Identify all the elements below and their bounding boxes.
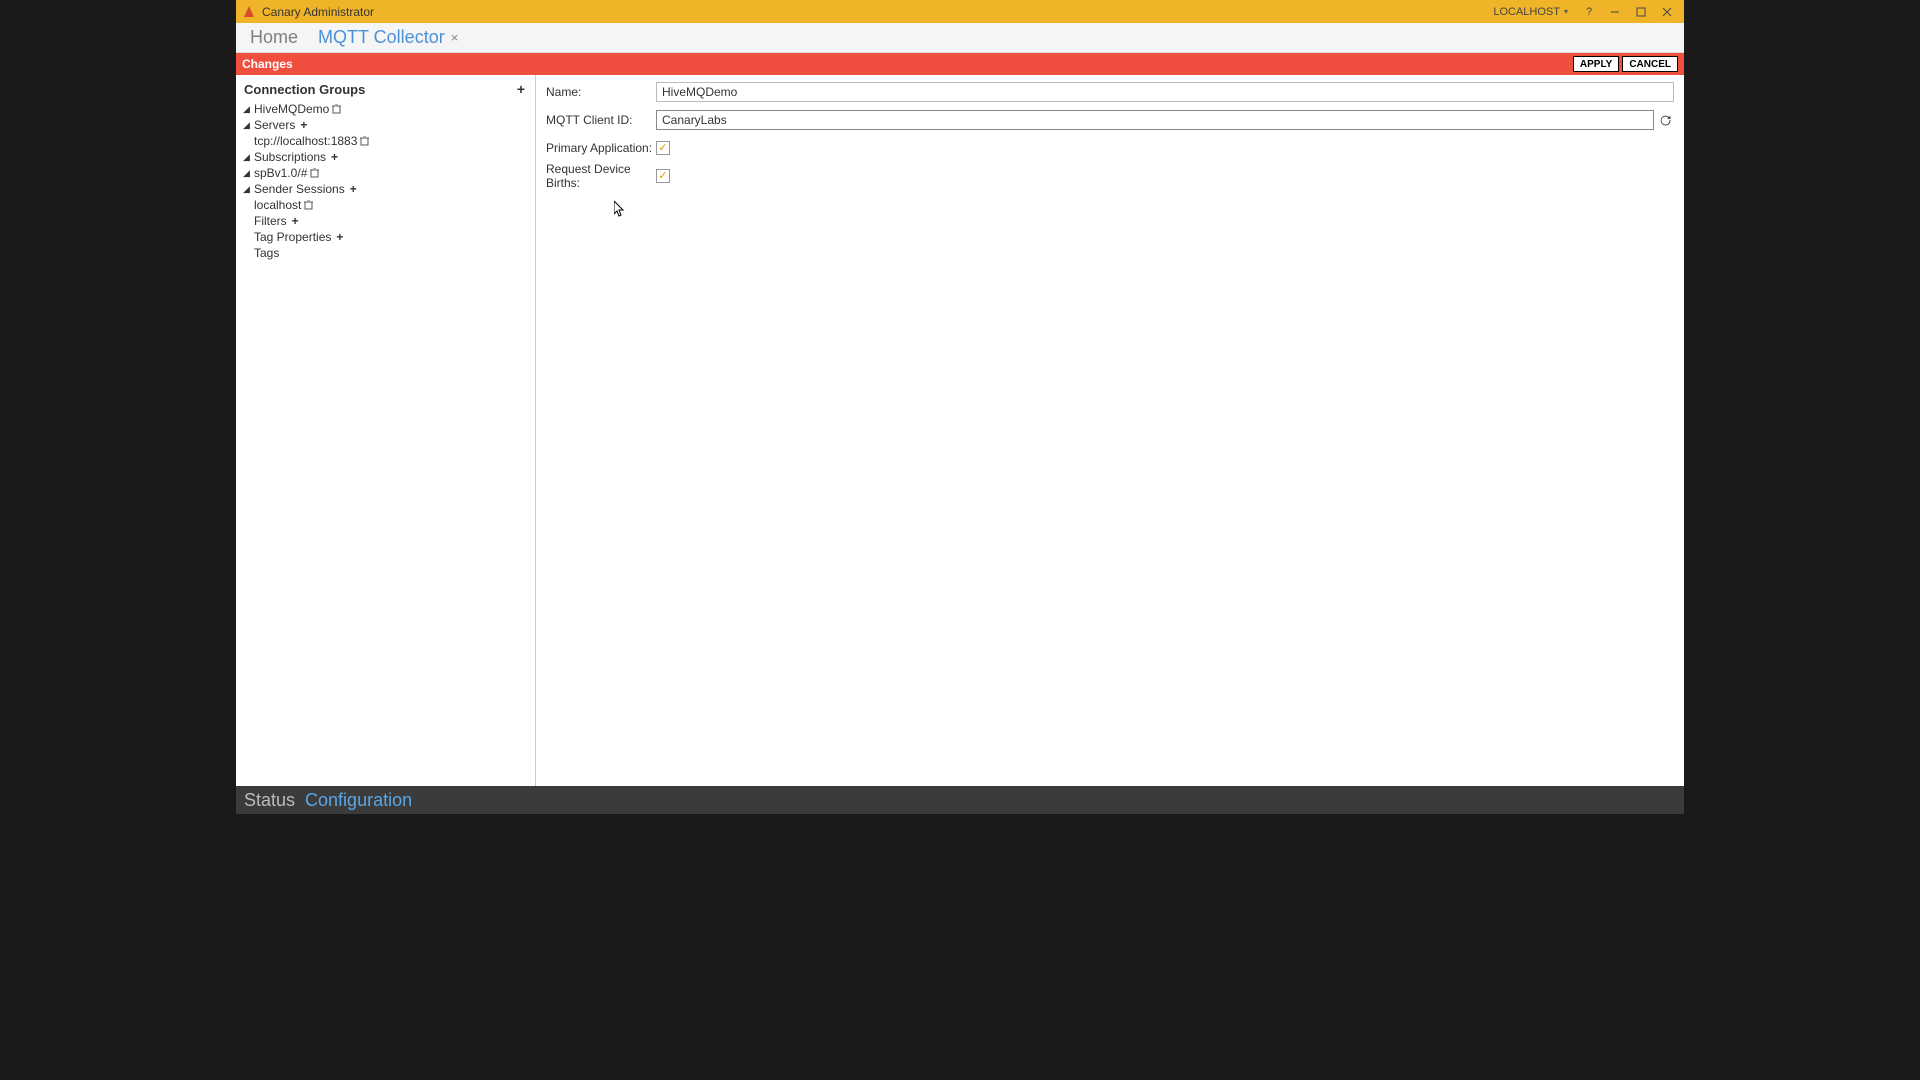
chevron-down-icon: ▾ — [1564, 7, 1568, 16]
collapse-icon[interactable]: ◢ — [242, 184, 251, 195]
tab-close-icon[interactable]: × — [451, 30, 459, 45]
host-label: LOCALHOST — [1493, 6, 1560, 18]
clientid-input[interactable]: CanaryLabs — [656, 110, 1654, 130]
host-dropdown[interactable]: LOCALHOST ▾ — [1485, 0, 1576, 23]
bottom-tab-configuration[interactable]: Configuration — [305, 790, 412, 811]
trash-icon[interactable] — [332, 104, 342, 114]
tab-bar: Home MQTT Collector × — [236, 23, 1684, 53]
add-subscription-button[interactable]: + — [329, 150, 338, 164]
trash-icon[interactable] — [304, 200, 314, 210]
form-row-name: Name: HiveMQDemo — [546, 81, 1674, 103]
app-icon — [242, 5, 256, 19]
sidebar: Connection Groups + ◢ HiveMQDemo ◢ Serve… — [236, 75, 536, 786]
cancel-button[interactable]: CANCEL — [1622, 56, 1678, 72]
request-device-births-checkbox[interactable] — [656, 169, 670, 183]
tab-home[interactable]: Home — [240, 25, 308, 52]
add-session-button[interactable]: + — [348, 182, 357, 196]
rdb-label: Request Device Births: — [546, 162, 656, 190]
close-button[interactable] — [1654, 0, 1680, 23]
form-row-clientid: MQTT Client ID: CanaryLabs — [546, 109, 1674, 131]
trash-icon[interactable] — [310, 168, 320, 178]
trash-icon[interactable] — [360, 136, 370, 146]
titlebar: Canary Administrator LOCALHOST ▾ ? — [236, 0, 1684, 23]
maximize-button[interactable] — [1628, 0, 1654, 23]
name-label: Name: — [546, 85, 656, 99]
content-panel: Name: HiveMQDemo MQTT Client ID: CanaryL… — [536, 75, 1684, 786]
tree-node-session[interactable]: ◢ localhost — [242, 198, 529, 212]
primary-label: Primary Application: — [546, 141, 656, 155]
connection-tree: ◢ HiveMQDemo ◢ Servers + ◢ tcp://localho… — [242, 101, 529, 261]
bottom-tab-status[interactable]: Status — [244, 790, 295, 811]
add-server-button[interactable]: + — [298, 118, 307, 132]
add-connection-group-button[interactable]: + — [515, 81, 527, 97]
collapse-icon[interactable]: ◢ — [242, 104, 251, 115]
tree-node-subscriptions[interactable]: ◢ Subscriptions + — [242, 150, 529, 164]
tab-mqtt-collector[interactable]: MQTT Collector × — [308, 25, 468, 52]
sidebar-title: Connection Groups — [244, 82, 365, 97]
help-button[interactable]: ? — [1576, 0, 1602, 23]
name-input[interactable]: HiveMQDemo — [656, 82, 1674, 102]
add-tag-property-button[interactable]: + — [334, 230, 343, 244]
refresh-clientid-button[interactable] — [1656, 110, 1674, 130]
collapse-icon[interactable]: ◢ — [242, 152, 251, 163]
minimize-button[interactable] — [1602, 0, 1628, 23]
tree-node-group[interactable]: ◢ HiveMQDemo — [242, 102, 529, 116]
sidebar-header: Connection Groups + — [242, 79, 529, 101]
apply-button[interactable]: APPLY — [1573, 56, 1619, 72]
tree-node-filters[interactable]: ◢ Filters + — [242, 214, 529, 228]
collapse-icon[interactable]: ◢ — [242, 120, 251, 131]
bottom-bar: Status Configuration — [236, 786, 1684, 814]
tree-node-topic[interactable]: ◢ spBv1.0/# — [242, 166, 529, 180]
changes-bar: Changes APPLY CANCEL — [236, 53, 1684, 75]
clientid-label: MQTT Client ID: — [546, 113, 656, 127]
tree-node-sender-sessions[interactable]: ◢ Sender Sessions + — [242, 182, 529, 196]
tree-node-server[interactable]: ◢ tcp://localhost:1883 — [242, 134, 529, 148]
collapse-icon[interactable]: ◢ — [242, 168, 251, 179]
main-area: Connection Groups + ◢ HiveMQDemo ◢ Serve… — [236, 75, 1684, 786]
form-row-rdb: Request Device Births: — [546, 165, 1674, 187]
window-title: Canary Administrator — [262, 5, 1485, 19]
changes-label: Changes — [242, 57, 293, 71]
form-row-primary: Primary Application: — [546, 137, 1674, 159]
tree-node-tag-properties[interactable]: ◢ Tag Properties + — [242, 230, 529, 244]
tree-node-servers[interactable]: ◢ Servers + — [242, 118, 529, 132]
app-window: Canary Administrator LOCALHOST ▾ ? Home … — [236, 0, 1684, 814]
primary-checkbox[interactable] — [656, 141, 670, 155]
tree-node-tags[interactable]: ◢ Tags — [242, 246, 529, 260]
add-filter-button[interactable]: + — [290, 214, 299, 228]
